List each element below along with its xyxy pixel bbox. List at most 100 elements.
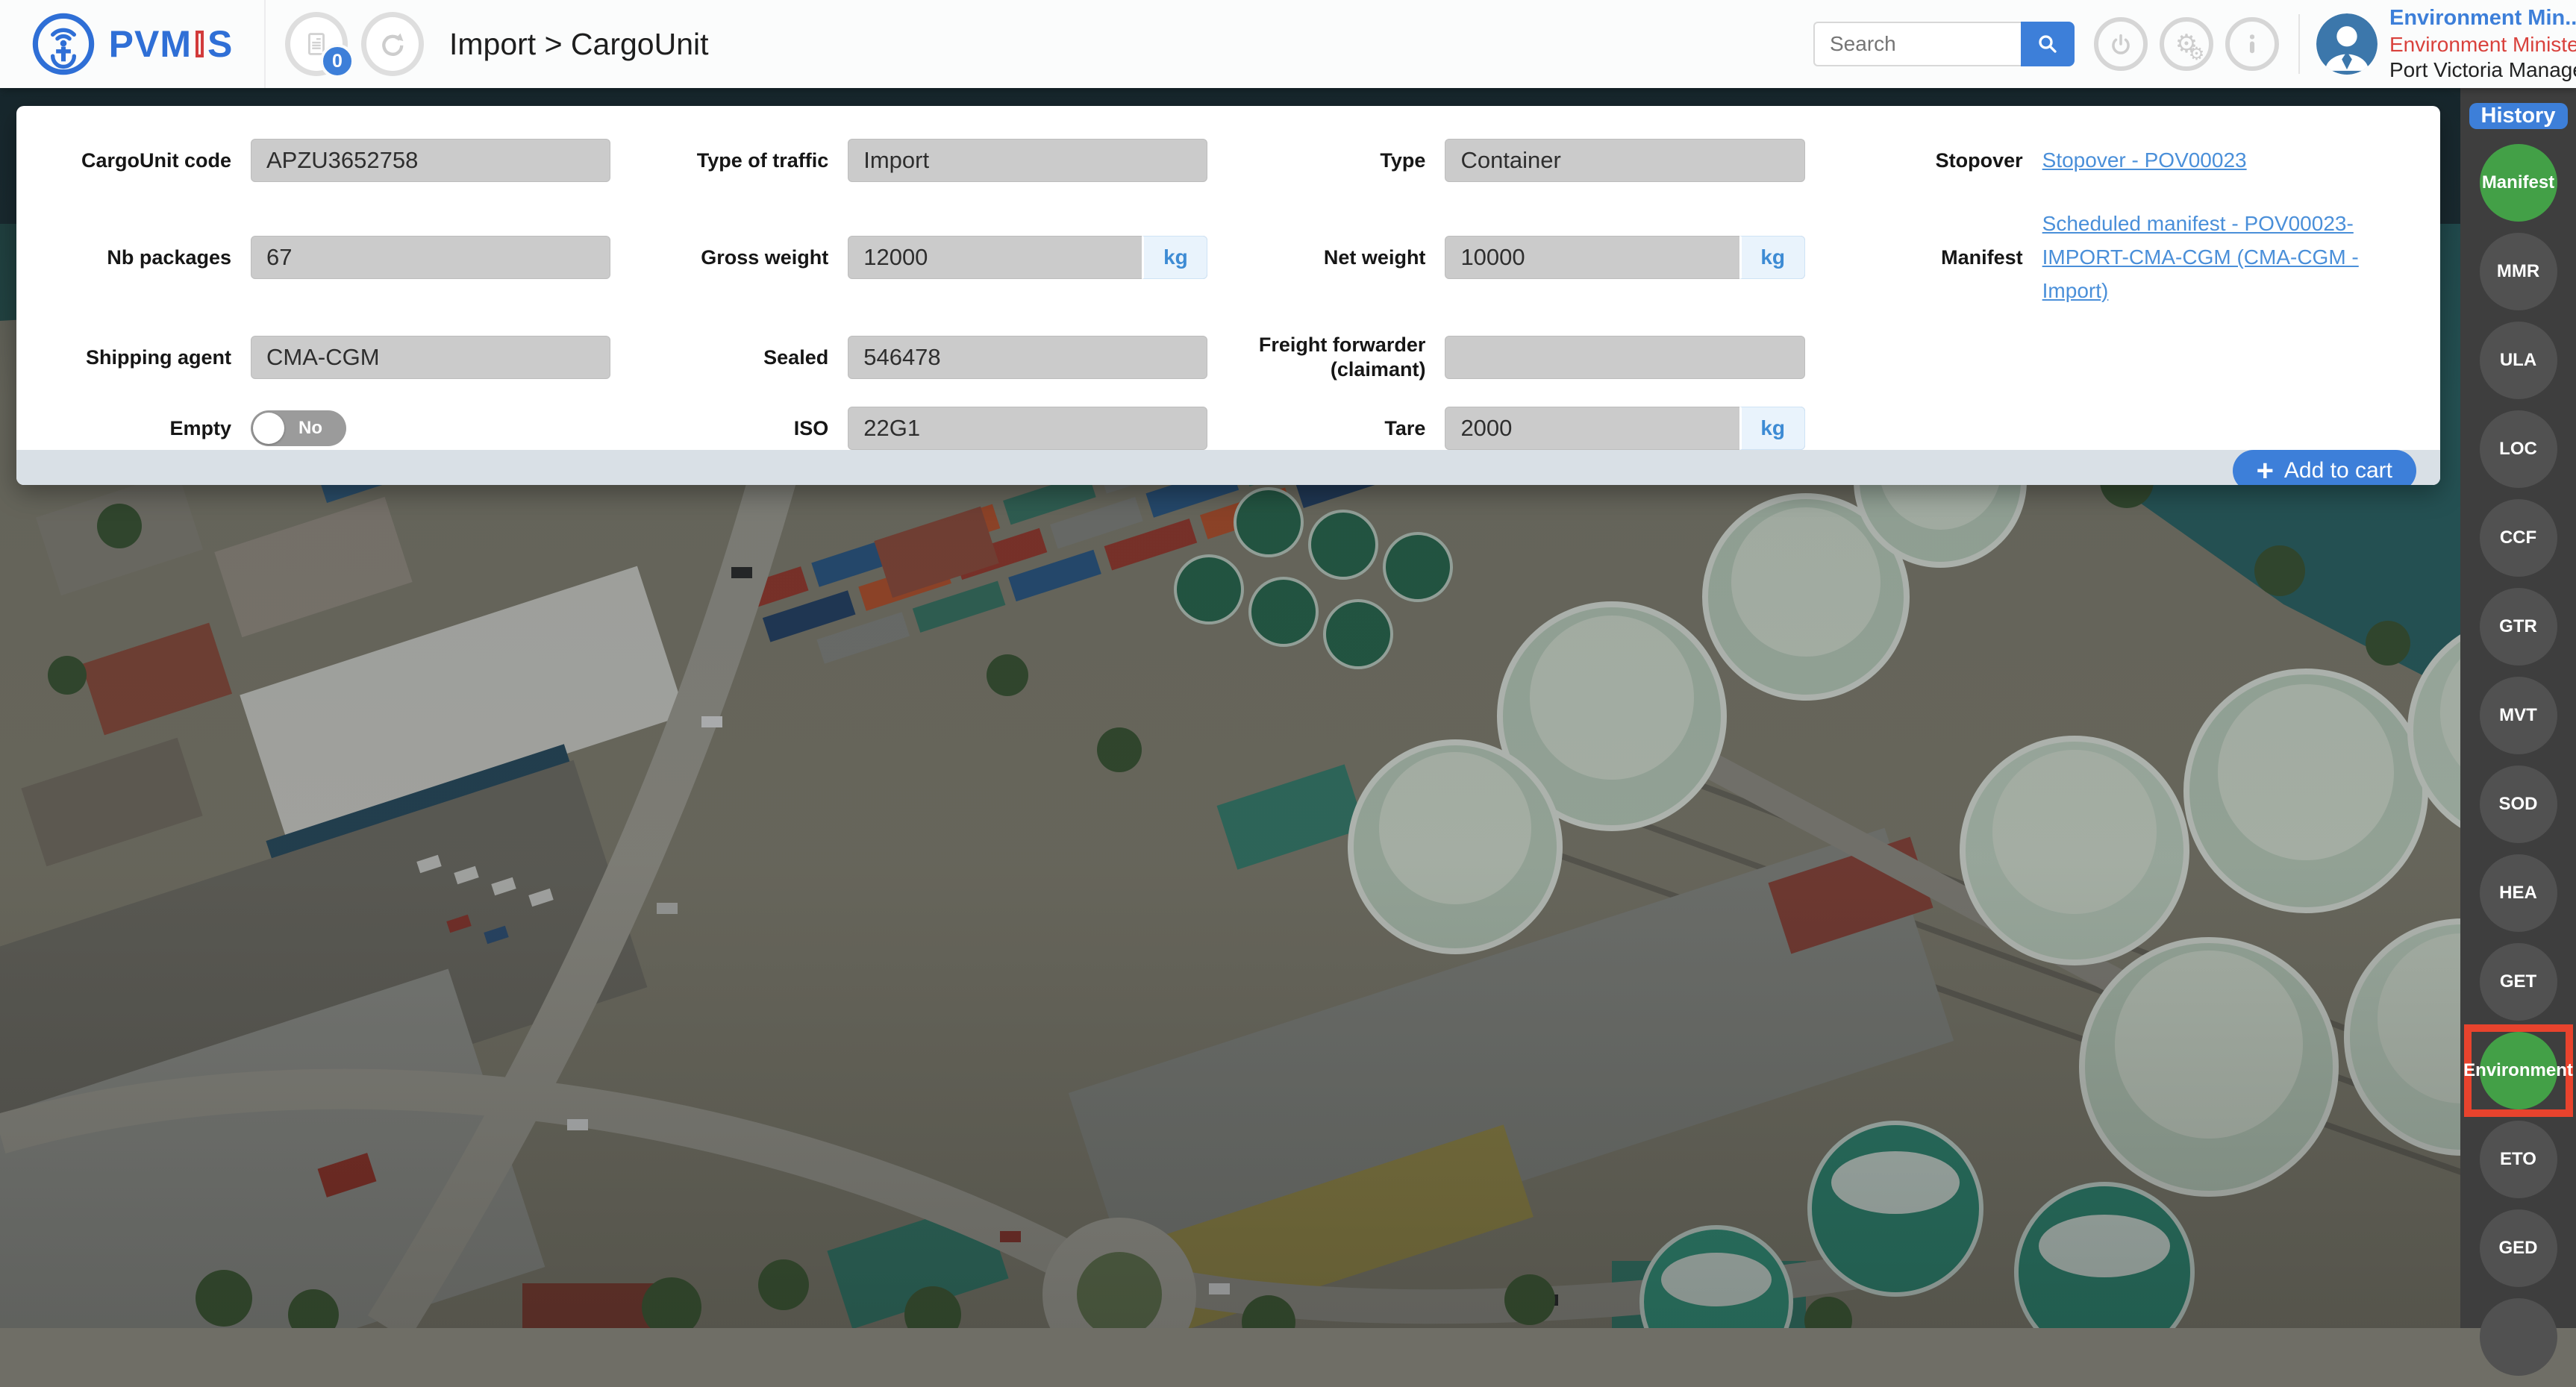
- sidebar-item-get[interactable]: GET: [2479, 943, 2557, 1021]
- header-icon-group: ⚙ ⚙: [2094, 17, 2279, 71]
- search-input[interactable]: [1813, 22, 2021, 66]
- field-iso: ISO: [643, 407, 1208, 451]
- pvmis-logo-icon: [32, 13, 94, 75]
- sidebar-item-label: CCF: [2499, 527, 2537, 548]
- sidebar-item-label: GET: [2499, 971, 2537, 992]
- field-tare: Tare kg: [1240, 407, 1805, 451]
- cart-count-badge: 0: [320, 44, 354, 78]
- logo-accent-i: I: [196, 31, 204, 57]
- header-right: ⚙⚙ Environment Min... Environment Minist…: [1813, 5, 2576, 83]
- sidebar-item-partial[interactable]: [2479, 1298, 2557, 1376]
- toggle-knob-icon: [253, 413, 284, 445]
- cargounit-code-input[interactable]: [251, 139, 611, 182]
- user-organization: Port Victoria Managem: [2389, 57, 2576, 81]
- shipping-agent-input[interactable]: [251, 335, 611, 379]
- field-type-of-traffic: Type of traffic: [643, 139, 1208, 182]
- toggle-state-label: No: [298, 418, 322, 439]
- iso-label: ISO: [793, 416, 829, 439]
- refresh-icon: [382, 33, 404, 56]
- tare-unit: kg: [1739, 407, 1805, 451]
- iso-input[interactable]: [848, 407, 1208, 451]
- empty-filler: [1838, 407, 2413, 450]
- type-input[interactable]: [1445, 139, 1805, 182]
- header: PVMIS 0 Import > CargoUnit: [0, 0, 2576, 88]
- search-icon: [2039, 35, 2057, 53]
- app-logo[interactable]: PVMIS: [0, 0, 266, 88]
- sealed-input[interactable]: [848, 335, 1208, 379]
- logout-button[interactable]: [2094, 17, 2148, 71]
- search-box: [1813, 22, 2075, 66]
- info-icon: [2249, 34, 2255, 54]
- type-of-traffic-input[interactable]: [848, 139, 1208, 182]
- field-cargounit-code: CargoUnit code: [46, 139, 611, 182]
- sidebar-item-label: GTR: [2499, 616, 2537, 636]
- sidebar-item-gtr[interactable]: GTR: [2479, 588, 2557, 666]
- sidebar-item-ula[interactable]: ULA: [2479, 322, 2557, 399]
- sidebar-item-label: ULA: [2499, 350, 2537, 370]
- settings-gears-icon: ⚙ ⚙: [2175, 29, 2205, 64]
- history-button[interactable]: History: [2469, 103, 2568, 129]
- settings-button[interactable]: ⚙ ⚙: [2160, 17, 2213, 71]
- user-role: Environment Minister: [2389, 32, 2576, 56]
- field-freight-forwarder: Freight forwarder (claimant): [1240, 333, 1805, 381]
- nb-packages-label: Nb packages: [107, 246, 231, 269]
- header-divider: [2298, 14, 2300, 74]
- sidebar-item-label: LOC: [2499, 439, 2537, 459]
- field-shipping-agent: Shipping agent: [46, 333, 611, 381]
- sidebar-item-eto[interactable]: ETO: [2479, 1121, 2557, 1198]
- sidebar-item-environment[interactable]: Environment: [2463, 1032, 2573, 1109]
- field-nb-packages: Nb packages: [46, 207, 611, 307]
- sidebar-item-label: SOD: [2498, 794, 2538, 814]
- info-button[interactable]: [2225, 17, 2279, 71]
- sidebar-item-ccf[interactable]: CCF: [2479, 499, 2557, 577]
- field-manifest: Manifest Scheduled manifest - POV00023-I…: [1838, 207, 2413, 307]
- gross-weight-label: Gross weight: [701, 246, 829, 269]
- cargounit-form-card: CargoUnit code Type of traffic Type Stop…: [16, 106, 2440, 485]
- sidebar-item-label: MMR: [2496, 261, 2540, 281]
- sidebar-item-sod[interactable]: SOD: [2479, 765, 2557, 843]
- refresh-button[interactable]: [361, 12, 424, 76]
- sidebar-item-wrap: MMR: [2479, 233, 2557, 310]
- add-to-cart-button[interactable]: + Add to cart: [2232, 450, 2416, 485]
- field-gross-weight: Gross weight kg: [643, 207, 1208, 307]
- sidebar-item-wrap: SOD: [2479, 765, 2557, 843]
- net-weight-unit: kg: [1739, 236, 1805, 280]
- gross-weight-unit: kg: [1142, 236, 1208, 280]
- field-empty: Empty No: [46, 407, 610, 450]
- manifest-link[interactable]: Scheduled manifest - POV00023-IMPORT-CMA…: [2042, 212, 2359, 302]
- empty-filler: [1838, 333, 2413, 381]
- sidebar-item-wrap: GET: [2479, 943, 2557, 1021]
- net-weight-label: Net weight: [1323, 246, 1426, 269]
- nb-packages-input[interactable]: [251, 236, 611, 280]
- user-texts: Environment Min... Environment Minister …: [2389, 5, 2576, 83]
- sidebar-item-wrap: LOC: [2479, 410, 2557, 488]
- cart-document-button[interactable]: 0: [285, 12, 354, 78]
- sidebar-item-mmr[interactable]: MMR: [2479, 233, 2557, 310]
- search-button[interactable]: [2021, 22, 2075, 66]
- sidebar-nav: Manifest MMR ULA LOC CCF GTR MVT SOD HEA GET Envir…: [2463, 144, 2573, 1387]
- sidebar-item-label: Environment: [2463, 1060, 2573, 1080]
- freight-forwarder-input[interactable]: [1445, 335, 1805, 379]
- user-name: Environment Min...: [2389, 6, 2576, 31]
- user-menu[interactable]: Environment Min... Environment Minister …: [2316, 5, 2576, 83]
- sidebar-item-wrap: HEA: [2479, 854, 2557, 932]
- sidebar-item-hea[interactable]: HEA: [2479, 854, 2557, 932]
- sidebar-item-wrap: Manifest: [2479, 144, 2557, 222]
- field-sealed: Sealed: [643, 333, 1208, 381]
- power-icon: [2112, 34, 2130, 54]
- card-footer: + Add to cart: [16, 450, 2440, 485]
- sidebar-item-mvt[interactable]: MVT: [2479, 677, 2557, 754]
- cargounit-code-label: CargoUnit code: [81, 148, 231, 172]
- sidebar-item-wrap: MVT: [2479, 677, 2557, 754]
- empty-toggle[interactable]: No: [251, 410, 346, 447]
- sidebar-item-label: GED: [2498, 1238, 2538, 1258]
- sidebar-item-label: Manifest: [2481, 172, 2555, 192]
- add-to-cart-label: Add to cart: [2283, 458, 2392, 483]
- empty-label: Empty: [169, 416, 231, 439]
- sealed-label: Sealed: [763, 345, 829, 369]
- sidebar-item-loc[interactable]: LOC: [2479, 410, 2557, 488]
- sidebar-item-wrap: ULA: [2479, 322, 2557, 399]
- stopover-link[interactable]: Stopover - POV00023: [2042, 148, 2247, 172]
- sidebar-item-manifest[interactable]: Manifest: [2479, 144, 2557, 222]
- sidebar-item-ged[interactable]: GED: [2479, 1209, 2557, 1287]
